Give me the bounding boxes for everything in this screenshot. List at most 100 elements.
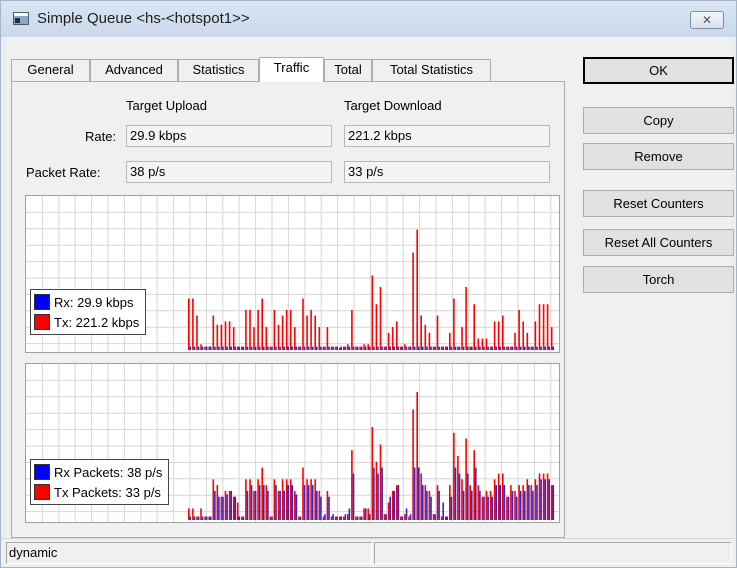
packets-tx-bar <box>351 450 353 520</box>
rate-tx-bar <box>355 346 357 350</box>
packets-rx-bar <box>311 485 314 520</box>
tab-total[interactable]: Total <box>324 59 372 81</box>
packets-tx-bar <box>379 444 382 520</box>
rate-tx-bar <box>473 304 475 350</box>
rate-rx-bar <box>197 346 200 350</box>
ok-button[interactable]: OK <box>583 57 734 84</box>
remove-button[interactable]: Remove <box>583 143 734 170</box>
reset-counters-button[interactable]: Reset Counters <box>583 190 734 217</box>
packets-rx-bar <box>524 490 526 520</box>
tab-traffic[interactable]: Traffic <box>259 57 324 82</box>
rate-rx-bar <box>442 346 444 350</box>
packets-rx-bar <box>340 516 343 520</box>
packets-tx-bar <box>314 479 316 520</box>
rate-tx-bar <box>375 304 378 350</box>
tab-advanced[interactable]: Advanced <box>90 59 178 81</box>
packets-rx-bar <box>283 490 285 520</box>
tab-general[interactable]: General <box>11 59 90 81</box>
rate-tx-bar <box>493 321 496 350</box>
rate-download-field[interactable]: 221.2 kbps <box>344 125 550 147</box>
packets-tx-bar <box>330 516 333 520</box>
packets-tx-bar <box>485 490 488 520</box>
packets-tx-bar <box>497 473 500 520</box>
close-button[interactable]: ✕ <box>690 11 724 29</box>
rate-tx-bar <box>200 344 202 350</box>
packets-tx-bar <box>542 473 545 520</box>
packets-graph-legend: Rx Packets: 38 p/s Tx Packets: 33 p/s <box>30 459 170 505</box>
rate-rx-bar <box>226 346 228 350</box>
packet-rate-download-field[interactable]: 33 p/s <box>344 161 550 183</box>
rate-tx-bar <box>465 287 467 350</box>
rate-rx-bar <box>320 346 322 350</box>
rate-rx-bar <box>303 346 306 350</box>
rate-rx-bar <box>393 346 396 350</box>
rate-rx-bar <box>532 346 534 350</box>
rate-tx-bar <box>510 346 512 350</box>
title-bar[interactable]: Simple Queue <hs-<hotspot1>> ✕ <box>1 1 736 37</box>
rate-rx-bar <box>454 346 457 350</box>
rate-rx-bar <box>446 346 449 350</box>
rate-tx-bar <box>404 344 406 350</box>
packets-tx-bar <box>522 485 524 520</box>
rate-rx-bar <box>389 346 391 350</box>
rate-rx-bar <box>524 346 526 350</box>
rate-tx-bar <box>436 315 439 350</box>
rate-tx-bar <box>514 332 516 350</box>
legend-tx-packets: Tx Packets: 33 p/s <box>34 482 162 502</box>
tab-total-statistics[interactable]: Total Statistics <box>372 59 491 81</box>
rate-tx-bar <box>534 321 537 350</box>
rate-tx-bar <box>245 309 247 350</box>
packet-rate-upload-field[interactable]: 38 p/s <box>126 161 332 183</box>
packets-rx-bar <box>295 494 298 520</box>
rate-rx-bar <box>487 346 489 350</box>
packets-tx-bar <box>236 502 239 520</box>
rate-upload-field[interactable]: 29.9 kbps <box>126 125 332 147</box>
rate-tx-bar <box>546 304 549 350</box>
tab-statistics[interactable]: Statistics <box>178 59 259 81</box>
rate-rx-bar <box>356 346 359 350</box>
packets-tx-bar <box>538 473 541 520</box>
packets-rx-bar <box>356 516 359 520</box>
packets-rx-bar <box>336 516 338 520</box>
rate-tx-bar <box>269 346 272 350</box>
rate-tx-bar <box>440 346 443 350</box>
rate-tx-bar <box>228 321 231 350</box>
rate-rx-bar <box>519 346 522 350</box>
packets-tx-bar <box>208 516 210 520</box>
rate-rx-bar <box>536 346 538 350</box>
packets-rx-bar <box>450 496 453 520</box>
rate-tx-bar <box>204 346 206 350</box>
rate-rx-bar <box>450 346 453 350</box>
rate-tx-bar <box>236 346 239 350</box>
rate-tx-bar <box>273 309 276 350</box>
rate-tx-bar <box>232 327 235 350</box>
rate-tx-bar <box>530 346 533 350</box>
rate-rx-bar <box>418 346 420 350</box>
rate-rx-bar <box>364 346 367 350</box>
rate-tx-bar <box>326 327 329 350</box>
reset-all-counters-button[interactable]: Reset All Counters <box>583 229 734 256</box>
packets-rx-bar <box>515 496 518 520</box>
packets-tx-bar <box>514 490 516 520</box>
rate-rx-bar <box>324 346 326 350</box>
rate-tx-bar <box>277 324 280 350</box>
packets-rx-bar <box>242 516 245 520</box>
rate-tx-bar <box>192 298 194 350</box>
packets-rx-bar <box>369 514 371 520</box>
torch-button[interactable]: Torch <box>583 266 734 293</box>
rate-rx-bar <box>544 346 546 350</box>
rate-rx-bar <box>540 346 542 350</box>
packets-tx-bar <box>502 473 504 520</box>
packets-rx-bar <box>332 514 334 520</box>
packets-rx-bar <box>422 485 424 520</box>
packets-rx-bar <box>401 516 404 520</box>
dialog-client-area: General Advanced Statistics Traffic Tota… <box>6 37 734 564</box>
legend-rx: Rx: 29.9 kbps <box>34 292 139 312</box>
rate-tx-bar <box>216 324 219 350</box>
copy-button[interactable]: Copy <box>583 107 734 134</box>
packets-tx-bar <box>302 467 304 520</box>
packets-tx-bar <box>294 490 296 520</box>
rate-rx-bar <box>528 346 530 350</box>
rate-rx-bar <box>258 346 261 350</box>
rate-rx-bar <box>234 346 237 350</box>
